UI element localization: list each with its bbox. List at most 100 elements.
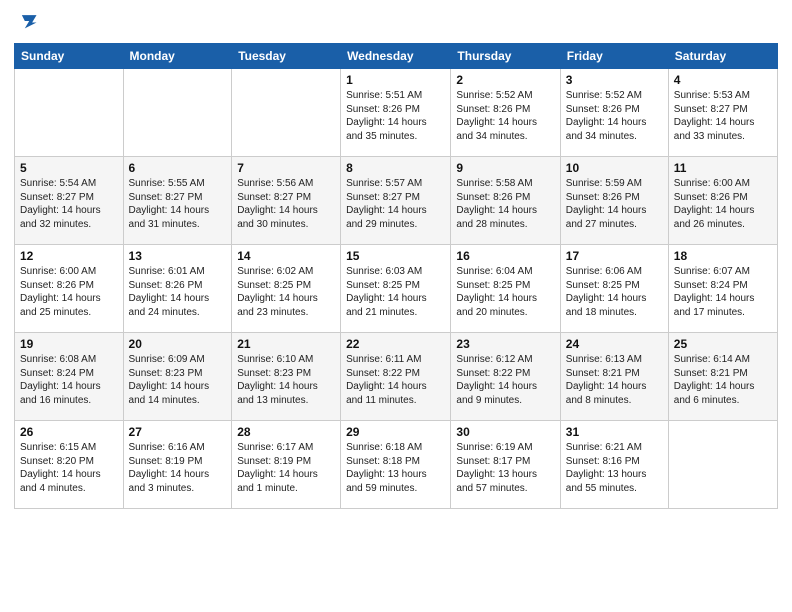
- day-number: 22: [346, 337, 445, 351]
- table-row: 24 Sunrise: 6:13 AMSunset: 8:21 PMDayligh…: [560, 333, 668, 421]
- table-row: 31Sunrise: 6:21 AMSunset: 8:16 PMDayligh…: [560, 421, 668, 509]
- header: [14, 10, 778, 37]
- table-row: [668, 421, 777, 509]
- day-number: 5: [20, 161, 118, 175]
- day-number: 17: [566, 249, 663, 263]
- day-info: Sunrise: 5:52 AMSunset: 8:26 PMDaylight:…: [456, 89, 554, 143]
- calendar-week-row: 26 Sunrise: 6:15 AMSunset: 8:20 PMDayligh…: [15, 421, 778, 509]
- calendar-week-row: 1 Sunrise: 5:51 AMSunset: 8:26 PMDaylight…: [15, 69, 778, 157]
- table-row: 16 Sunrise: 6:04 AMSunset: 8:25 PMDayligh…: [451, 245, 560, 333]
- day-number: 11: [674, 161, 772, 175]
- day-number: 13: [129, 249, 227, 263]
- day-number: 4: [674, 73, 772, 87]
- day-info: Sunrise: 6:07 AMSunset: 8:24 PMDaylight:…: [674, 265, 772, 319]
- table-row: 11 Sunrise: 6:00 AMSunset: 8:26 PMDayligh…: [668, 157, 777, 245]
- day-info: Sunrise: 6:10 AMSunset: 8:23 PMDaylight:…: [237, 353, 335, 407]
- day-info: Sunrise: 5:57 AMSunset: 8:27 PMDaylight:…: [346, 177, 445, 231]
- table-row: 13 Sunrise: 6:01 AMSunset: 8:26 PMDayligh…: [123, 245, 232, 333]
- header-friday: Friday: [560, 44, 668, 69]
- day-info: Sunrise: 6:00 AMSunset: 8:26 PMDaylight:…: [674, 177, 772, 231]
- day-info: Sunrise: 6:06 AMSunset: 8:25 PMDaylight:…: [566, 265, 663, 319]
- day-info: Sunrise: 6:11 AMSunset: 8:22 PMDaylight:…: [346, 353, 445, 407]
- table-row: 12 Sunrise: 6:00 AMSunset: 8:26 PMDayligh…: [15, 245, 124, 333]
- table-row: 5 Sunrise: 5:54 AMSunset: 8:27 PMDaylight…: [15, 157, 124, 245]
- header-sunday: Sunday: [15, 44, 124, 69]
- table-row: 7Sunrise: 5:56 AMSunset: 8:27 PMDaylight…: [232, 157, 341, 245]
- day-info: Sunrise: 5:54 AMSunset: 8:27 PMDaylight:…: [20, 177, 118, 231]
- day-info: Sunrise: 5:55 AMSunset: 8:27 PMDaylight:…: [129, 177, 227, 231]
- day-info: Sunrise: 6:00 AMSunset: 8:26 PMDaylight:…: [20, 265, 118, 319]
- logo-icon: [16, 10, 38, 32]
- day-number: 12: [20, 249, 118, 263]
- day-number: 29: [346, 425, 445, 439]
- day-number: 24: [566, 337, 663, 351]
- day-info: Sunrise: 6:12 AMSunset: 8:22 PMDaylight:…: [456, 353, 554, 407]
- day-number: 20: [129, 337, 227, 351]
- table-row: 17 Sunrise: 6:06 AMSunset: 8:25 PMDayligh…: [560, 245, 668, 333]
- day-number: 15: [346, 249, 445, 263]
- day-number: 27: [129, 425, 227, 439]
- table-row: 30 Sunrise: 6:19 AMSunset: 8:17 PMDayligh…: [451, 421, 560, 509]
- calendar-header-row: Sunday Monday Tuesday Wednesday Thursday…: [15, 44, 778, 69]
- day-info: Sunrise: 6:03 AMSunset: 8:25 PMDaylight:…: [346, 265, 445, 319]
- day-number: 16: [456, 249, 554, 263]
- table-row: [123, 69, 232, 157]
- table-row: [15, 69, 124, 157]
- calendar-week-row: 12 Sunrise: 6:00 AMSunset: 8:26 PMDayligh…: [15, 245, 778, 333]
- day-info: Sunrise: 5:52 AMSunset: 8:26 PMDaylight:…: [566, 89, 663, 143]
- day-number: 9: [456, 161, 554, 175]
- table-row: 1 Sunrise: 5:51 AMSunset: 8:26 PMDaylight…: [341, 69, 451, 157]
- table-row: 28Sunrise: 6:17 AMSunset: 8:19 PMDayligh…: [232, 421, 341, 509]
- day-number: 18: [674, 249, 772, 263]
- logo: [14, 10, 40, 37]
- day-info: Sunrise: 6:13 AMSunset: 8:21 PMDaylight:…: [566, 353, 663, 407]
- day-info: Sunrise: 6:18 AMSunset: 8:18 PMDaylight:…: [346, 441, 445, 495]
- day-info: Sunrise: 6:17 AMSunset: 8:19 PMDaylight:…: [237, 441, 335, 495]
- day-info: Sunrise: 5:51 AMSunset: 8:26 PMDaylight:…: [346, 89, 445, 143]
- day-info: Sunrise: 5:59 AMSunset: 8:26 PMDaylight:…: [566, 177, 663, 231]
- day-number: 23: [456, 337, 554, 351]
- day-number: 14: [237, 249, 335, 263]
- table-row: 20 Sunrise: 6:09 AMSunset: 8:23 PMDayligh…: [123, 333, 232, 421]
- day-number: 30: [456, 425, 554, 439]
- day-info: Sunrise: 6:09 AMSunset: 8:23 PMDaylight:…: [129, 353, 227, 407]
- table-row: 23 Sunrise: 6:12 AMSunset: 8:22 PMDayligh…: [451, 333, 560, 421]
- day-info: Sunrise: 6:08 AMSunset: 8:24 PMDaylight:…: [20, 353, 118, 407]
- calendar-week-row: 19Sunrise: 6:08 AMSunset: 8:24 PMDayligh…: [15, 333, 778, 421]
- table-row: 8 Sunrise: 5:57 AMSunset: 8:27 PMDaylight…: [341, 157, 451, 245]
- table-row: 9 Sunrise: 5:58 AMSunset: 8:26 PMDaylight…: [451, 157, 560, 245]
- day-info: Sunrise: 6:15 AMSunset: 8:20 PMDaylight:…: [20, 441, 118, 495]
- day-info: Sunrise: 6:21 AMSunset: 8:16 PMDaylight:…: [566, 441, 663, 495]
- table-row: 22 Sunrise: 6:11 AMSunset: 8:22 PMDayligh…: [341, 333, 451, 421]
- table-row: 18 Sunrise: 6:07 AMSunset: 8:24 PMDayligh…: [668, 245, 777, 333]
- table-row: 21Sunrise: 6:10 AMSunset: 8:23 PMDayligh…: [232, 333, 341, 421]
- day-number: 2: [456, 73, 554, 87]
- table-row: 3 Sunrise: 5:52 AMSunset: 8:26 PMDaylight…: [560, 69, 668, 157]
- day-info: Sunrise: 6:19 AMSunset: 8:17 PMDaylight:…: [456, 441, 554, 495]
- table-row: 4 Sunrise: 5:53 AMSunset: 8:27 PMDaylight…: [668, 69, 777, 157]
- table-row: 25 Sunrise: 6:14 AMSunset: 8:21 PMDayligh…: [668, 333, 777, 421]
- day-number: 7: [237, 161, 335, 175]
- day-info: Sunrise: 5:53 AMSunset: 8:27 PMDaylight:…: [674, 89, 772, 143]
- day-info: Sunrise: 6:02 AMSunset: 8:25 PMDaylight:…: [237, 265, 335, 319]
- day-number: 26: [20, 425, 118, 439]
- table-row: 27 Sunrise: 6:16 AMSunset: 8:19 PMDayligh…: [123, 421, 232, 509]
- header-wednesday: Wednesday: [341, 44, 451, 69]
- day-number: 6: [129, 161, 227, 175]
- header-tuesday: Tuesday: [232, 44, 341, 69]
- header-monday: Monday: [123, 44, 232, 69]
- day-info: Sunrise: 6:01 AMSunset: 8:26 PMDaylight:…: [129, 265, 227, 319]
- table-row: 15 Sunrise: 6:03 AMSunset: 8:25 PMDayligh…: [341, 245, 451, 333]
- day-number: 3: [566, 73, 663, 87]
- table-row: 10Sunrise: 5:59 AMSunset: 8:26 PMDayligh…: [560, 157, 668, 245]
- day-info: Sunrise: 5:58 AMSunset: 8:26 PMDaylight:…: [456, 177, 554, 231]
- day-number: 1: [346, 73, 445, 87]
- day-info: Sunrise: 6:04 AMSunset: 8:25 PMDaylight:…: [456, 265, 554, 319]
- calendar-table: Sunday Monday Tuesday Wednesday Thursday…: [14, 43, 778, 509]
- day-info: Sunrise: 6:16 AMSunset: 8:19 PMDaylight:…: [129, 441, 227, 495]
- table-row: [232, 69, 341, 157]
- day-number: 8: [346, 161, 445, 175]
- day-number: 25: [674, 337, 772, 351]
- calendar-week-row: 5 Sunrise: 5:54 AMSunset: 8:27 PMDaylight…: [15, 157, 778, 245]
- day-info: Sunrise: 6:14 AMSunset: 8:21 PMDaylight:…: [674, 353, 772, 407]
